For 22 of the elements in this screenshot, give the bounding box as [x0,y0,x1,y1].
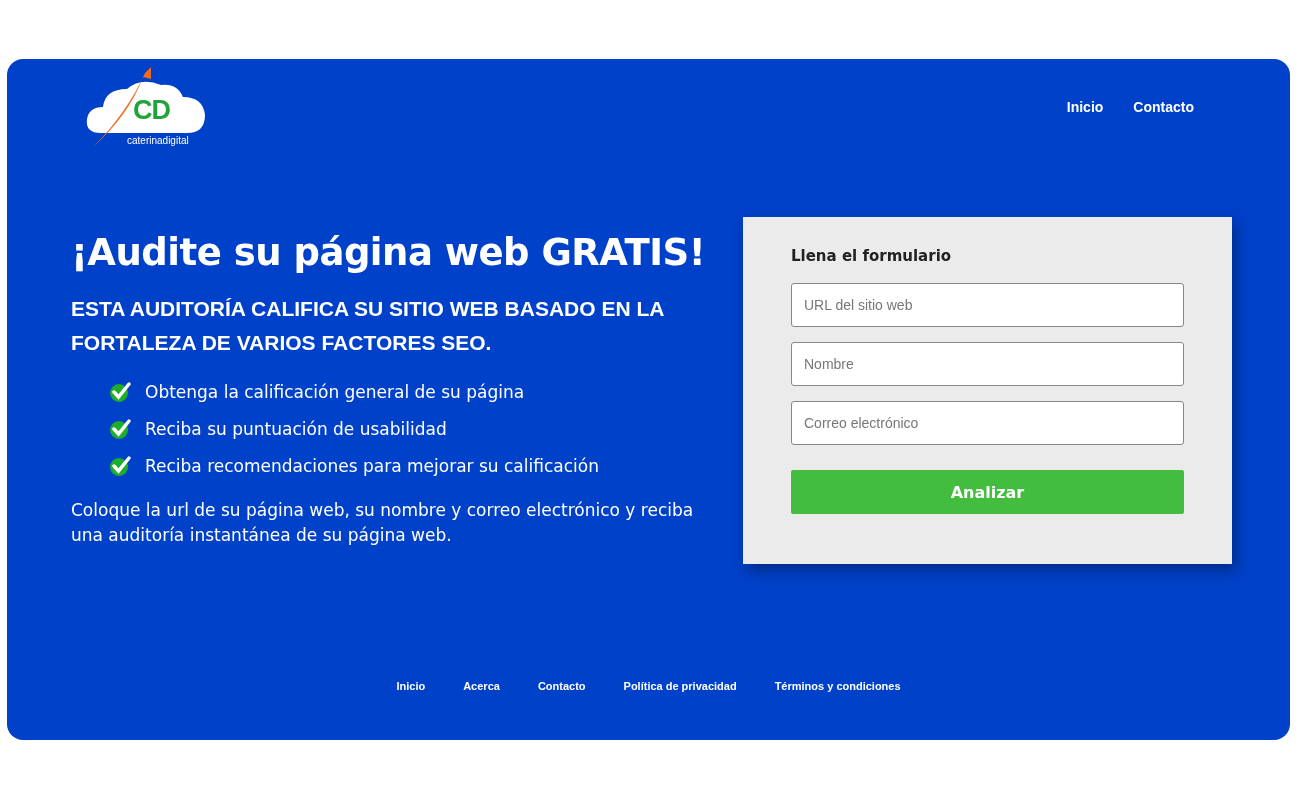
footer-link[interactable]: Contacto [537,680,586,692]
description-text: Coloque la url de su página web, su nombre y correo electrónico y reciba una auditoría instantánea de su página web. [71,499,695,547]
nav-link[interactable]: Inicio [1066,99,1104,115]
benefit-text: Obtenga la calificación general de su página [145,382,525,402]
input-field[interactable]: Correo electrónico [791,401,1184,445]
benefit-text: Reciba su puntuación de usabilidad [145,419,447,439]
hero-title: ¡Audite su página web GRATIS! [71,231,707,274]
logo-letters: CD [133,95,170,126]
input-field[interactable]: URL del sitio web [791,283,1184,327]
footer-link[interactable]: Inicio [396,680,426,692]
check-icon [109,456,131,476]
footer-link[interactable]: Política de privacidad [623,680,737,692]
check-icon [109,382,131,402]
benefit-text: Reciba recomendaciones para mejorar su calificación [145,456,599,476]
footer-link[interactable]: Términos y condiciones [774,680,901,692]
form-title: Llena el formulario [791,247,953,265]
footer-link[interactable]: Acerca [463,680,500,692]
nav-link[interactable]: Contacto [1133,99,1194,115]
hero-subtitle: ESTA AUDITORÍA CALIFICA SU SITIO WEB BASADO EN LA FORTALEZA DE VARIOS FACTORES SEO. [71,296,665,356]
logo-wordmark: caterinadigital [127,135,189,146]
check-icon [109,419,131,439]
input-field[interactable]: Nombre [791,342,1184,386]
